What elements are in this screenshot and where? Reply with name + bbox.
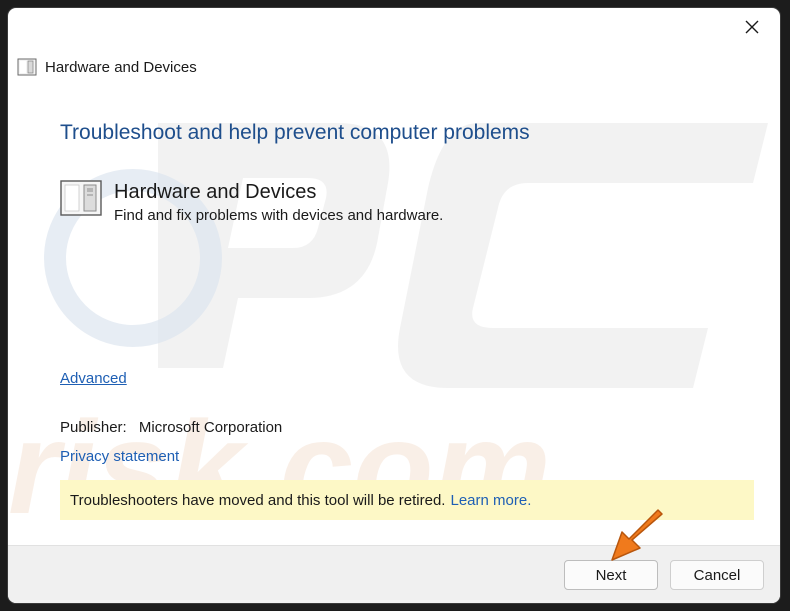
learn-more-link[interactable]: Learn more. [450,492,531,509]
window-title: Hardware and Devices [45,58,197,76]
hardware-devices-icon [17,58,37,76]
advanced-link[interactable]: Advanced [60,370,127,387]
privacy-statement-link[interactable]: Privacy statement [60,448,179,465]
cancel-button[interactable]: Cancel [670,560,764,590]
item-description: Find and fix problems with devices and h… [114,207,444,224]
publisher-label: Publisher: [60,419,127,436]
notice-text: Troubleshooters have moved and this tool… [70,491,446,509]
next-button[interactable]: Next [564,560,658,590]
title-bar: Hardware and Devices [17,55,197,79]
troubleshooter-window: risk.com Hardware and Devices Troublesho… [8,8,780,603]
publisher-info: Publisher: Microsoft Corporation [60,419,282,436]
troubleshooter-item: Hardware and Devices Find and fix proble… [60,179,443,224]
hardware-devices-icon [60,180,102,216]
item-title: Hardware and Devices [114,181,317,203]
button-bar: Next Cancel [8,545,780,603]
close-icon [745,20,759,34]
publisher-value: Microsoft Corporation [138,419,283,436]
retirement-notice: Troubleshooters have moved and this tool… [60,480,754,520]
close-button[interactable] [732,12,772,42]
page-heading: Troubleshoot and help prevent computer p… [60,121,530,144]
